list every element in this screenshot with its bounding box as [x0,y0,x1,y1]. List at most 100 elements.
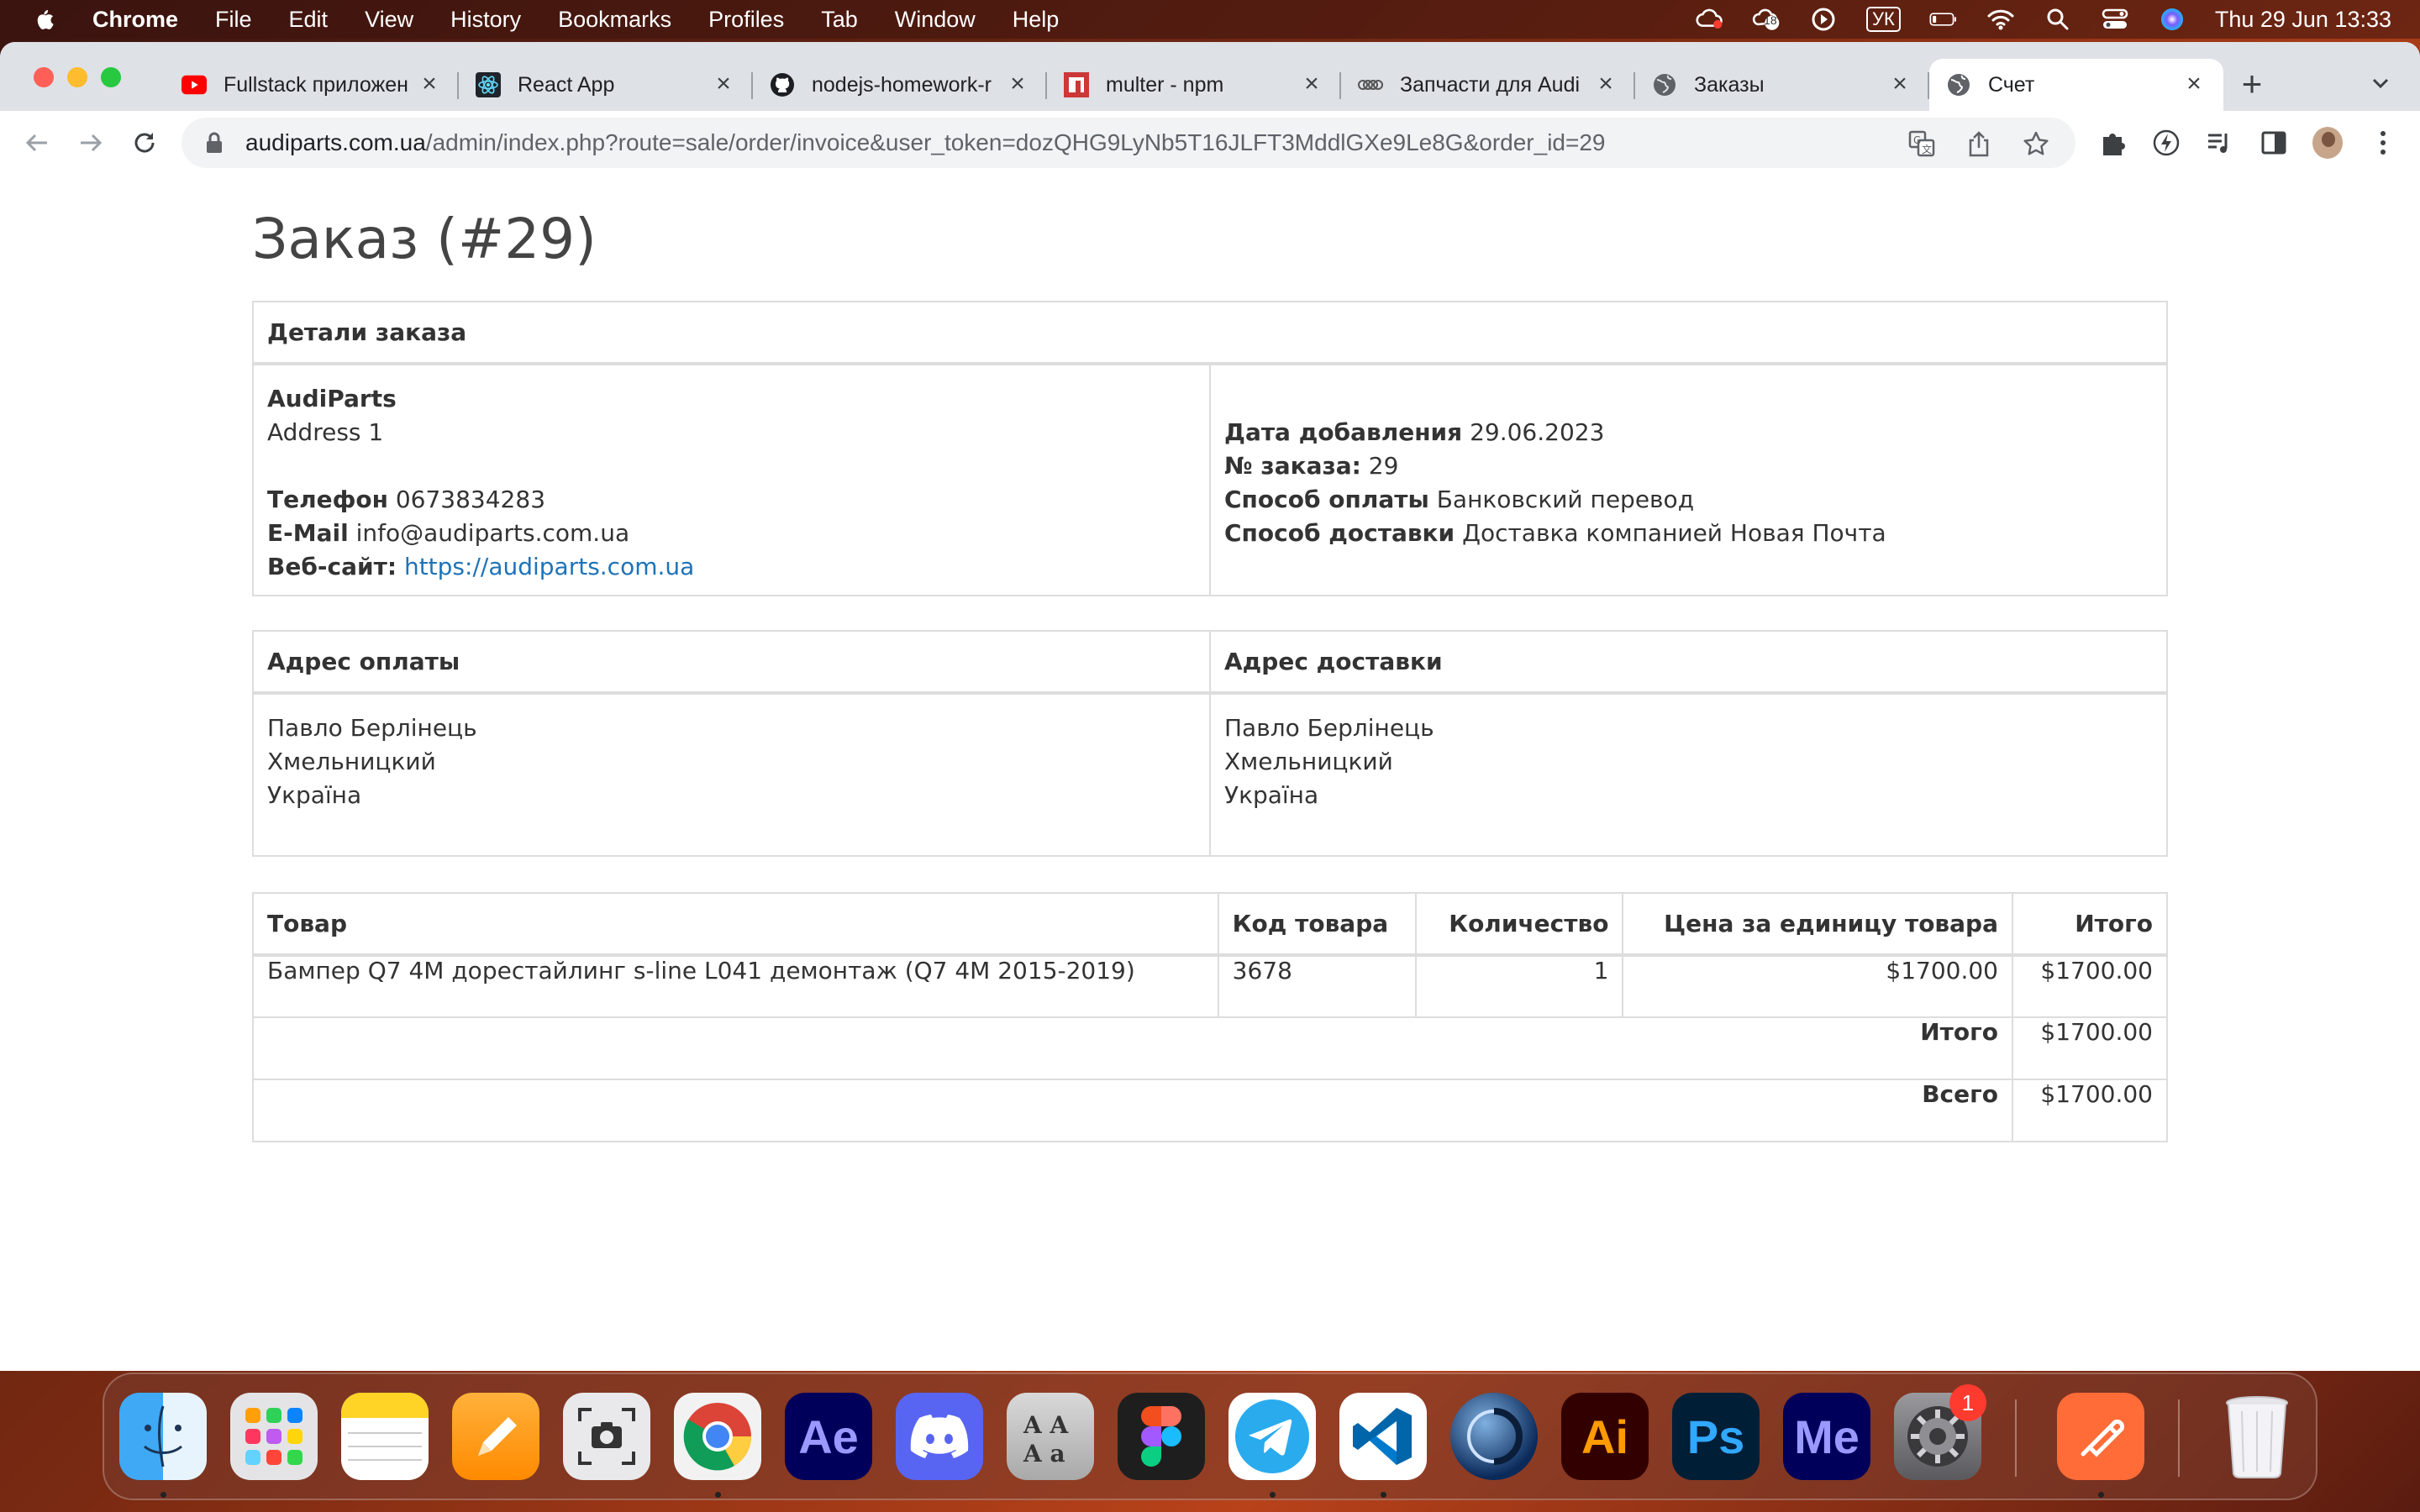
tab-search-chevron-icon[interactable] [2368,71,2393,96]
figma-icon[interactable] [1118,1393,1205,1480]
vscode-icon[interactable] [1339,1393,1427,1480]
system-settings-icon[interactable]: 1 [1894,1384,1986,1480]
media-controls-icon[interactable] [2205,128,2235,158]
menu-bookmarks[interactable]: Bookmarks [558,7,671,33]
lock-icon[interactable] [205,131,224,155]
store-email: info@audiparts.com.ua [355,519,630,547]
browser-window: Fullstack приложен × React App × nodejs-… [0,42,2420,1371]
shipping-method: Доставка компанией Новая Почта [1462,519,1886,547]
back-arrow-icon[interactable] [22,128,52,158]
menu-edit[interactable]: Edit [289,7,329,33]
menu-history[interactable]: History [450,7,521,33]
translate-icon[interactable]: G文 [1907,129,1936,158]
store-website-link[interactable]: https://audiparts.com.ua [404,553,694,580]
tab-react-app[interactable]: React App × [459,59,753,111]
close-tab-icon[interactable]: × [1005,71,1030,97]
side-panel-icon[interactable] [2259,128,2289,158]
trash-icon[interactable] [2213,1393,2301,1480]
screenshot-icon[interactable] [563,1393,650,1480]
font-book-icon[interactable]: A AA a [1007,1393,1094,1480]
running-indicator [1381,1492,1386,1498]
forward-arrow-icon[interactable] [76,128,106,158]
control-center-icon[interactable] [2101,7,2129,32]
tab-npm[interactable]: multer - npm × [1047,59,1341,111]
close-tab-icon[interactable]: × [1593,71,1618,97]
browser-toolbar: audiparts.com.ua/admin/index.php?route=s… [0,111,2420,175]
menu-window[interactable]: Window [895,7,976,33]
npm-icon [1064,72,1089,97]
product-model: 3678 [1217,954,1418,1018]
battery-icon[interactable] [1929,7,1958,32]
subtotal-row: Итого $1700.00 [252,1016,2169,1080]
menu-file[interactable]: File [215,7,252,33]
illustrator-icon[interactable]: Ai [1561,1393,1649,1480]
discord-icon[interactable] [896,1393,983,1480]
close-tab-icon[interactable]: × [1887,71,1912,97]
phone-label: Телефон [267,486,388,513]
notes-icon[interactable] [341,1393,429,1480]
running-indicator [160,1492,166,1498]
close-window-button[interactable] [34,67,54,87]
creative-cloud-icon[interactable] [1695,7,1723,32]
siri-icon[interactable] [2158,7,2186,32]
running-indicator [2098,1492,2104,1498]
reload-icon[interactable] [129,128,160,158]
email-label: E-Mail [267,519,349,547]
menu-tab[interactable]: Tab [821,7,858,33]
order-details-table: Детали заказа AudiParts Address 1 Телефо… [252,301,2168,596]
extensions-puzzle-icon[interactable] [2097,128,2128,158]
profile-avatar[interactable] [2312,127,2343,159]
wifi-icon[interactable] [1986,7,2015,32]
share-icon[interactable] [1965,129,1993,158]
after-effects-icon[interactable]: Ae [785,1393,872,1480]
menubar-clock[interactable]: Thu 29 Jun 13:33 [2215,7,2391,33]
close-tab-icon[interactable]: × [2181,71,2207,97]
menu-help[interactable]: Help [1013,7,1060,33]
menu-app-chrome[interactable]: Chrome [92,7,178,33]
media-encoder-icon[interactable]: Me [1783,1393,1870,1480]
tab-github[interactable]: nodejs-homework-r × [753,59,1047,111]
input-language[interactable]: УК [1866,7,1901,32]
pages-icon[interactable] [452,1393,539,1480]
bookmark-star-icon[interactable] [2022,129,2050,158]
spotlight-search-icon[interactable] [2044,7,2072,32]
shipping-address: Павло Берлінець Хмельницкий Україна [1209,692,2168,857]
order-details-header: Детали заказа [252,301,2168,365]
menu-view[interactable]: View [365,7,413,33]
play-icon[interactable] [1809,7,1838,32]
chrome-menu-icon[interactable] [2368,128,2398,158]
photoshop-icon[interactable]: Ps [1672,1393,1760,1480]
store-phone: 0673834283 [395,486,546,513]
close-tab-icon[interactable]: × [711,71,736,97]
extension-lightning-icon[interactable] [2151,128,2181,158]
tab-orders[interactable]: Заказы × [1635,59,1929,111]
address-bar[interactable]: audiparts.com.ua/admin/index.php?route=s… [182,118,2075,168]
tab-title: nodejs-homework-r [812,72,992,97]
tab-audi-parts[interactable]: Запчасти для Audi × [1341,59,1635,111]
telegram-icon[interactable] [1228,1393,1316,1480]
minimize-window-button[interactable] [67,67,87,87]
finder-icon[interactable] [119,1393,207,1480]
menu-profiles[interactable]: Profiles [708,7,784,33]
new-tab-button[interactable]: + [2235,64,2269,104]
cinema4d-icon[interactable] [1450,1393,1538,1480]
total-label: Всего [1922,1080,1998,1108]
tab-title: Заказы [1694,72,1765,97]
launchpad-icon[interactable] [230,1393,318,1480]
postman-icon[interactable] [2057,1393,2144,1480]
close-tab-icon[interactable]: × [417,71,442,97]
url-path: /admin/index.php?route=sale/order/invoic… [425,129,1606,155]
date-added: 29.06.2023 [1470,418,1605,446]
notification-cloud-icon[interactable]: 18 [1752,7,1781,32]
order-info-cell: Дата добавления 29.06.2023 № заказа: 29 … [1209,363,2168,596]
zoom-window-button[interactable] [101,67,121,87]
tab-title: Fullstack приложен [224,72,408,97]
tab-youtube[interactable]: Fullstack приложен × [165,59,459,111]
close-tab-icon[interactable]: × [1299,71,1324,97]
subtotal-value: $1700.00 [2011,1016,2169,1080]
tab-invoice-active[interactable]: Счет × [1929,59,2223,111]
address-table: Адрес оплаты Адрес доставки Павло Берлін… [252,630,2168,857]
tab-title: Счет [1988,72,2035,97]
chrome-icon[interactable] [674,1393,761,1480]
apple-icon[interactable] [32,7,57,32]
